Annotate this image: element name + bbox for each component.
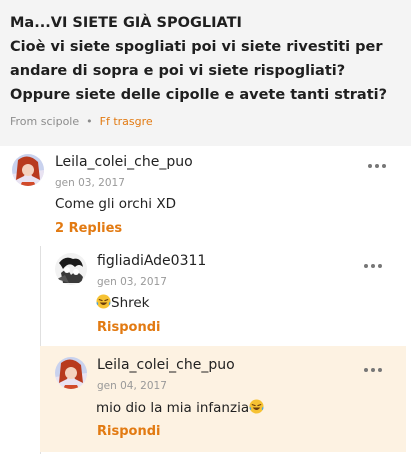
avatar[interactable]: [55, 357, 87, 389]
avatar-image: [12, 154, 44, 186]
post-meta: From scipole • Ff trasgre: [10, 115, 153, 128]
reply-username[interactable]: figliadiAde0311: [97, 253, 206, 269]
post-tag-link[interactable]: Ff trasgre: [100, 115, 153, 128]
reply-button[interactable]: Rispondi: [97, 424, 160, 439]
reply-username[interactable]: Leila_colei_che_puo: [97, 357, 235, 373]
avatar-image: [55, 253, 87, 285]
reply-text-content: mio dio la mia infanzia: [96, 400, 250, 416]
reply-text: Shrek: [96, 294, 150, 311]
more-options-icon[interactable]: [364, 365, 382, 375]
post-source: From scipole: [10, 115, 80, 128]
more-options-icon[interactable]: [364, 261, 382, 271]
reply-text-content: Shrek: [111, 295, 150, 311]
avatar-image: [55, 357, 87, 389]
laughing-tears-emoji: [249, 399, 264, 414]
laughing-tears-emoji: [96, 294, 111, 309]
post-title-heading: Ma...VI SIETE GIÀ SPOGLIATI: [10, 15, 242, 31]
separator-dot: •: [86, 115, 93, 128]
post-title: Ma...VI SIETE GIÀ SPOGLIATI Cioè vi siet…: [10, 11, 405, 107]
reply-button[interactable]: Rispondi: [97, 320, 160, 335]
avatar[interactable]: [12, 154, 44, 186]
comment-text: Come gli orchi XD: [55, 196, 176, 212]
comment-username[interactable]: Leila_colei_che_puo: [55, 154, 193, 170]
post-body: Cioè vi siete spogliati poi vi siete riv…: [10, 39, 388, 103]
view-replies-link[interactable]: 2 Replies: [55, 221, 122, 236]
comment-date: gen 03, 2017: [55, 177, 125, 189]
more-options-icon[interactable]: [368, 161, 386, 171]
post-header: Ma...VI SIETE GIÀ SPOGLIATI Cioè vi siet…: [0, 0, 411, 146]
reply-date: gen 03, 2017: [97, 276, 167, 288]
reply-text: mio dio la mia infanzia: [96, 399, 264, 416]
avatar[interactable]: [55, 253, 87, 285]
reply-date: gen 04, 2017: [97, 380, 167, 392]
